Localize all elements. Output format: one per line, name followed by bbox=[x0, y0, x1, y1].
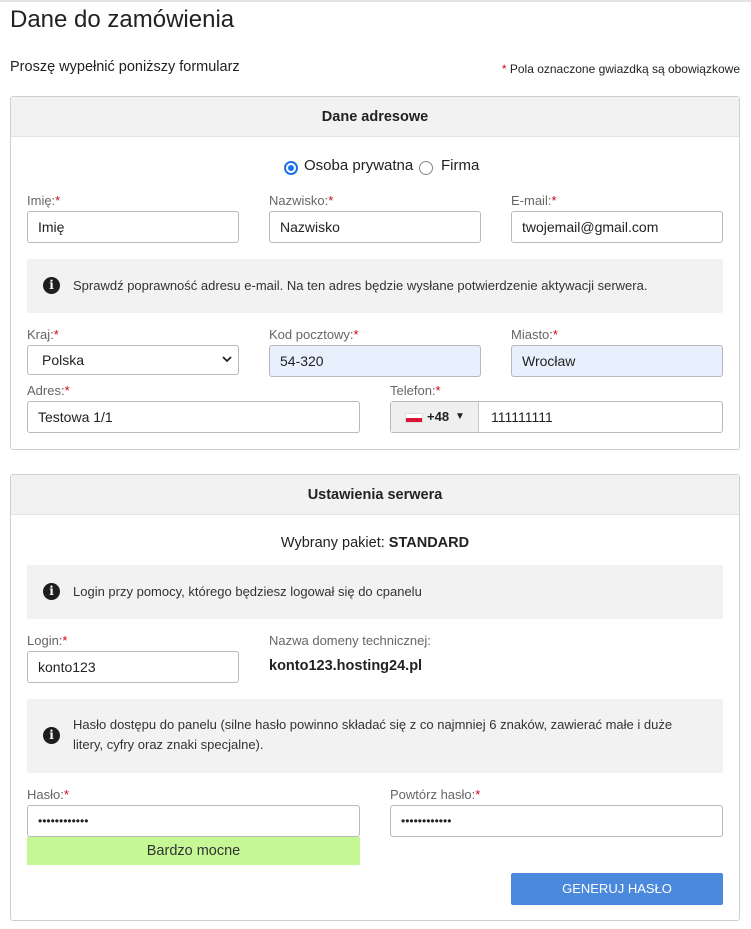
server-panel-header: Ustawienia serwera bbox=[11, 475, 739, 515]
required-star: * bbox=[53, 327, 59, 342]
first-name-label: Imię:* bbox=[27, 193, 60, 208]
required-star: * bbox=[328, 193, 334, 208]
required-fields-note: * Pola oznaczone gwiazdką są obowiązkowe bbox=[502, 62, 740, 76]
password-info-box: i Hasło dostępu do panelu (silne hasło p… bbox=[27, 699, 723, 773]
street-label-text: Adres: bbox=[27, 383, 65, 398]
email-label: E-mail:* bbox=[511, 193, 557, 208]
city-label: Miasto:* bbox=[511, 327, 558, 342]
email-info-text: Sprawdź poprawność adresu e-mail. Na ten… bbox=[73, 278, 648, 293]
required-star: * bbox=[64, 383, 70, 398]
street-label: Adres:* bbox=[27, 383, 70, 398]
phone-label: Telefon:* bbox=[390, 383, 441, 398]
email-info-box: i Sprawdź poprawność adresu e-mail. Na t… bbox=[27, 259, 723, 313]
required-star: * bbox=[475, 787, 481, 802]
password-label: Hasło:* bbox=[27, 787, 69, 802]
phone-country-dropdown[interactable]: +48 ▼ bbox=[391, 402, 479, 432]
password-repeat-input[interactable]: •••••••••••• bbox=[390, 805, 723, 837]
last-name-input[interactable]: Nazwisko bbox=[269, 211, 481, 243]
generate-password-button[interactable]: GENERUJ HASŁO bbox=[511, 873, 723, 905]
info-circle-icon: i bbox=[43, 277, 60, 294]
page-title: Dane do zamówienia bbox=[10, 6, 235, 33]
city-input[interactable]: Wrocław bbox=[511, 345, 723, 377]
country-select-value: Polska bbox=[42, 352, 85, 368]
radio-private-person[interactable] bbox=[284, 161, 298, 175]
zip-label: Kod pocztowy:* bbox=[269, 327, 359, 342]
login-label-text: Login: bbox=[27, 633, 63, 648]
last-name-label-text: Nazwisko: bbox=[269, 193, 329, 208]
info-circle-icon: i bbox=[43, 583, 60, 600]
technical-domain: konto123.hosting24.pl bbox=[269, 658, 423, 674]
street-input[interactable]: Testowa 1/1 bbox=[27, 401, 360, 433]
package-label: Wybrany pakiet: bbox=[280, 535, 385, 551]
login-input[interactable]: konto123 bbox=[27, 651, 239, 683]
phone-input[interactable]: 111111111 bbox=[491, 402, 553, 432]
selected-package: Wybrany pakiet: STANDARD bbox=[11, 535, 739, 551]
domain-label: Nazwa domeny technicznej: bbox=[269, 633, 431, 648]
email-label-text: E-mail: bbox=[511, 193, 552, 208]
password-input[interactable]: •••••••••••• bbox=[27, 805, 360, 837]
required-star: * bbox=[435, 383, 441, 398]
phone-field: +48 ▼ 111111111 bbox=[390, 401, 723, 433]
required-star: * bbox=[501, 62, 507, 76]
address-panel: Dane adresowe Osoba prywatna Firma Imię:… bbox=[10, 96, 740, 450]
radio-company[interactable] bbox=[419, 161, 433, 175]
password-repeat-label-text: Powtórz hasło: bbox=[390, 787, 476, 802]
server-panel: Ustawienia serwera Wybrany pakiet: STAND… bbox=[10, 474, 740, 921]
password-info-text: Hasło dostępu do panelu (silne hasło pow… bbox=[73, 717, 673, 752]
first-name-label-text: Imię: bbox=[27, 193, 56, 208]
country-label: Kraj:* bbox=[27, 327, 59, 342]
required-note-text: Pola oznaczone gwiazdką są obowiązkowe bbox=[509, 62, 740, 76]
zip-label-text: Kod pocztowy: bbox=[269, 327, 354, 342]
required-star: * bbox=[63, 787, 69, 802]
zip-input[interactable]: 54-320 bbox=[269, 345, 481, 377]
required-star: * bbox=[55, 193, 61, 208]
password-strength-meter: Bardzo mocne bbox=[27, 837, 360, 865]
top-divider bbox=[0, 0, 751, 2]
first-name-input[interactable]: Imię bbox=[27, 211, 239, 243]
login-label: Login:* bbox=[27, 633, 67, 648]
required-star: * bbox=[552, 327, 558, 342]
chevron-down-icon bbox=[222, 356, 232, 363]
country-label-text: Kraj: bbox=[27, 327, 54, 342]
country-select[interactable]: Polska bbox=[27, 345, 239, 375]
required-star: * bbox=[62, 633, 68, 648]
radio-private-label[interactable]: Osoba prywatna bbox=[304, 157, 413, 174]
login-info-text: Login przy pomocy, którego będziesz logo… bbox=[73, 584, 422, 599]
caret-down-icon: ▼ bbox=[455, 411, 465, 422]
password-label-text: Hasło: bbox=[27, 787, 64, 802]
email-input[interactable]: twojemail@gmail.com bbox=[511, 211, 723, 243]
required-star: * bbox=[551, 193, 557, 208]
radio-company-label[interactable]: Firma bbox=[441, 157, 479, 174]
poland-flag-icon bbox=[405, 413, 423, 423]
phone-label-text: Telefon: bbox=[390, 383, 436, 398]
login-info-box: i Login przy pomocy, którego będziesz lo… bbox=[27, 565, 723, 619]
info-circle-icon: i bbox=[43, 727, 60, 744]
required-star: * bbox=[353, 327, 359, 342]
city-label-text: Miasto: bbox=[511, 327, 553, 342]
password-repeat-label: Powtórz hasło:* bbox=[390, 787, 480, 802]
phone-prefix: +48 bbox=[427, 409, 450, 424]
form-instructions: Proszę wypełnić poniższy formularz bbox=[10, 59, 240, 75]
last-name-label: Nazwisko:* bbox=[269, 193, 333, 208]
address-panel-header: Dane adresowe bbox=[11, 97, 739, 137]
package-value: STANDARD bbox=[388, 535, 470, 551]
